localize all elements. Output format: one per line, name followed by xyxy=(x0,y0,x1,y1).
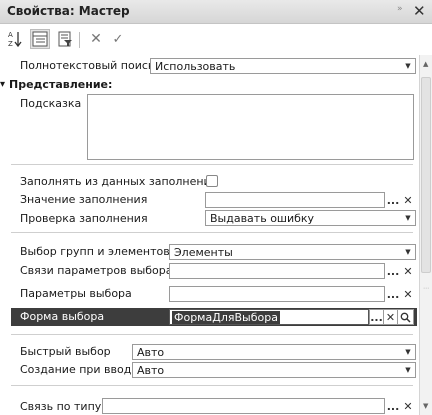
sort-icon: A Z xyxy=(8,31,22,48)
choice-param-links-input[interactable] xyxy=(169,263,385,279)
fill-from-data-label: Заполнять из данных заполнения xyxy=(20,175,218,188)
fulltext-search-label: Полнотекстовый поиск xyxy=(20,59,155,72)
categories-icon xyxy=(32,31,48,47)
hint-textarea[interactable] xyxy=(87,94,414,160)
check-icon[interactable]: ✓ xyxy=(110,29,126,49)
window-title: Свойства: Мастер xyxy=(7,4,130,18)
quick-choice-select[interactable]: Авто ▼ xyxy=(132,344,416,360)
fill-check-value: Выдавать ошибку xyxy=(210,212,315,225)
pin-icon[interactable]: » xyxy=(397,4,403,14)
scroll-down-icon[interactable]: ▼ xyxy=(423,402,428,410)
type-link-select-button[interactable]: ... xyxy=(385,398,401,414)
chevron-down-icon[interactable]: ▼ xyxy=(401,211,415,225)
choice-form-input[interactable]: ФормаДляВыбора xyxy=(169,309,369,325)
group-separator xyxy=(11,385,413,386)
select-groups-items-label: Выбор групп и элементов xyxy=(20,245,170,258)
choice-param-links-label: Связи параметров выбора xyxy=(20,264,173,277)
toolbar-separator xyxy=(79,32,80,48)
choice-form-clear-icon[interactable]: ✕ xyxy=(384,309,398,325)
scrollbar-thumb[interactable] xyxy=(421,77,431,273)
chevron-down-icon[interactable]: ▼ xyxy=(401,59,415,73)
fill-check-select[interactable]: Выдавать ошибку ▼ xyxy=(205,210,416,226)
close-icon[interactable]: ✕ xyxy=(413,2,426,20)
filter-button[interactable] xyxy=(56,29,74,49)
fulltext-search-value: Использовать xyxy=(155,60,236,73)
sort-alphabetical-button[interactable]: A Z xyxy=(6,29,24,49)
properties-window: Свойства: Мастер » ✕ A Z ✕ ✓ Полнотексто… xyxy=(0,0,432,415)
properties-panel: Полнотекстовый поиск Использовать ▼ ▾ Пр… xyxy=(0,55,418,415)
choice-params-label: Параметры выбора xyxy=(20,287,132,300)
scroll-up-icon[interactable]: ▲ xyxy=(423,60,428,68)
choice-params-input[interactable] xyxy=(169,286,385,302)
group-separator xyxy=(11,164,413,165)
type-link-label: Связь по типу xyxy=(20,400,102,413)
select-groups-items-select[interactable]: Элементы ▼ xyxy=(169,244,416,260)
fill-value-clear-icon[interactable]: ✕ xyxy=(401,192,415,208)
create-on-input-select[interactable]: Авто ▼ xyxy=(132,362,416,378)
choice-param-links-clear-icon[interactable]: ✕ xyxy=(401,263,415,279)
fill-value-input[interactable] xyxy=(205,192,385,208)
create-on-input-label: Создание при вводе xyxy=(20,363,139,376)
section-collapse-icon[interactable]: ▾ xyxy=(0,79,5,90)
type-link-input[interactable] xyxy=(102,398,385,414)
toolbar: A Z ✕ ✓ xyxy=(0,24,432,55)
type-link-clear-icon[interactable]: ✕ xyxy=(401,398,415,414)
chevron-down-icon[interactable]: ▼ xyxy=(401,245,415,259)
magnifier-icon xyxy=(400,312,411,323)
choice-params-clear-icon[interactable]: ✕ xyxy=(401,286,415,302)
quick-choice-label: Быстрый выбор xyxy=(20,345,111,358)
fill-from-data-checkbox[interactable] xyxy=(206,175,218,187)
select-groups-items-value: Элементы xyxy=(174,246,233,259)
hint-label: Подсказка xyxy=(20,97,82,110)
choice-params-select-button[interactable]: ... xyxy=(385,286,401,302)
fulltext-search-select[interactable]: Использовать ▼ xyxy=(150,58,416,74)
group-separator xyxy=(11,334,413,335)
scrollbar-grip-icon: ⋯ xyxy=(423,285,429,292)
group-separator xyxy=(11,232,413,233)
categories-button[interactable] xyxy=(30,29,50,49)
svg-text:Z: Z xyxy=(8,40,13,48)
create-on-input-value: Авто xyxy=(137,364,165,377)
fill-value-label: Значение заполнения xyxy=(20,193,148,206)
quick-choice-value: Авто xyxy=(137,346,165,359)
choice-form-label: Форма выбора xyxy=(20,310,105,323)
fill-check-label: Проверка заполнения xyxy=(20,212,148,225)
chevron-down-icon[interactable]: ▼ xyxy=(401,345,415,359)
choice-param-links-select-button[interactable]: ... xyxy=(385,263,401,279)
vertical-scrollbar[interactable]: ▲ ⋯ ▼ xyxy=(419,55,432,415)
svg-text:A: A xyxy=(8,31,13,39)
chevron-down-icon[interactable]: ▼ xyxy=(401,363,415,377)
fill-value-select-button[interactable]: ... xyxy=(385,192,401,208)
cancel-icon[interactable]: ✕ xyxy=(88,29,104,49)
choice-form-value: ФормаДляВыбора xyxy=(172,311,280,324)
choice-form-select-button[interactable]: ... xyxy=(369,309,384,325)
title-bar: Свойства: Мастер » ✕ xyxy=(0,0,432,24)
presentation-section-title: Представление: xyxy=(9,78,113,91)
choice-form-open-button[interactable] xyxy=(398,309,414,325)
filter-icon xyxy=(58,31,72,47)
